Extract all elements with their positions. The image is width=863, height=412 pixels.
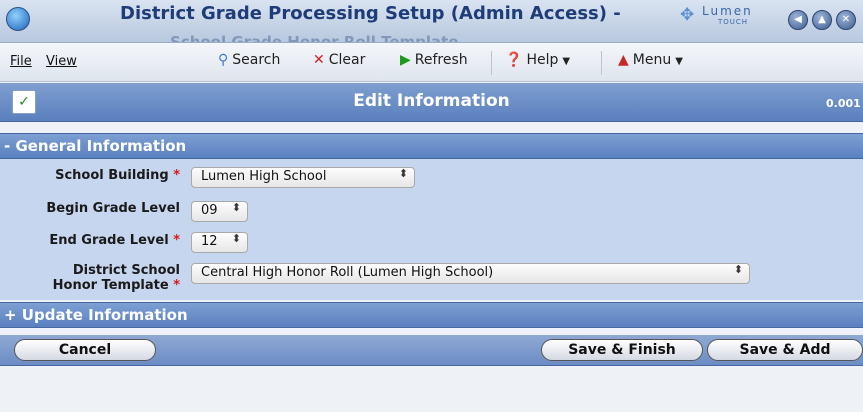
- chevron-down-icon: ▼: [675, 56, 683, 67]
- end-grade-select[interactable]: 12 ⬍: [191, 232, 248, 253]
- menubar: File View ⚲ Search ✕ Clear ▶ Refresh ❓ Help ▼…: [0, 43, 863, 82]
- select-arrows-icon: ⬍: [733, 263, 743, 276]
- save-add-button[interactable]: Save & Add: [707, 339, 863, 361]
- lumen-logo: ✥ Lumen TOUCH: [680, 2, 760, 28]
- clear-x-icon: ✕: [313, 52, 325, 68]
- toolbar-separator: [601, 51, 602, 75]
- help-icon: ❓: [505, 52, 523, 68]
- window-back-icon[interactable]: ◀: [788, 10, 808, 30]
- window-subtitle: School Grade Honor Roll Template: [170, 33, 459, 42]
- end-grade-label: End Grade Level *: [49, 233, 180, 248]
- chevron-down-icon: ▼: [562, 56, 571, 67]
- window-title: District Grade Processing Setup (Admin A…: [120, 3, 621, 24]
- menu-file[interactable]: File: [10, 54, 32, 69]
- cancel-button[interactable]: Cancel: [14, 339, 156, 361]
- help-label: Help: [526, 52, 559, 68]
- menu-rocket-icon: ▲: [618, 52, 629, 68]
- menu-dropdown[interactable]: ▲ Menu ▼: [618, 52, 683, 72]
- select-arrows-icon: ⬍: [231, 232, 241, 245]
- app-globe-icon[interactable]: [6, 7, 30, 31]
- save-finish-button[interactable]: Save & Finish: [541, 339, 703, 361]
- general-information-form: School Building * Lumen High School ⬍ Beg…: [0, 159, 863, 300]
- begin-grade-select[interactable]: 09 ⬍: [191, 201, 248, 222]
- clear-button[interactable]: ✕ Clear: [313, 52, 365, 72]
- honor-template-label: District School Honor Template *: [52, 263, 180, 293]
- toolbar-separator: [491, 51, 492, 75]
- honor-template-select[interactable]: Central High Honor Roll (Lumen High Scho…: [191, 263, 750, 284]
- menu-view[interactable]: View: [46, 54, 77, 69]
- refresh-label: Refresh: [414, 52, 468, 68]
- action-button-bar: Cancel Save & Finish Save & Add: [0, 335, 863, 366]
- section-update-information[interactable]: + Update Information: [0, 302, 863, 328]
- edit-title: Edit Information: [353, 91, 510, 111]
- school-building-select[interactable]: Lumen High School ⬍: [191, 167, 415, 188]
- search-icon: ⚲: [218, 52, 229, 68]
- section-general-information[interactable]: - General Information: [0, 133, 863, 159]
- help-dropdown[interactable]: ❓ Help ▼: [505, 52, 570, 72]
- menu-label: Menu: [632, 52, 672, 68]
- lumen-brand-sub: TOUCH: [718, 18, 749, 26]
- section-update-label: + Update Information: [4, 306, 188, 324]
- version-label: 0.001: [826, 97, 861, 110]
- refresh-button[interactable]: ▶ Refresh: [400, 52, 468, 72]
- window-titlebar: District Grade Processing Setup (Admin A…: [0, 0, 863, 43]
- begin-grade-label: Begin Grade Level: [46, 201, 180, 216]
- section-general-label: - General Information: [4, 137, 187, 155]
- search-label: Search: [232, 52, 281, 68]
- lumen-logo-mark-icon: ✥: [680, 5, 695, 25]
- edit-header: ✓ Edit Information 0.001: [0, 83, 863, 122]
- refresh-play-icon: ▶: [400, 52, 411, 68]
- window-up-icon[interactable]: ▲: [812, 10, 832, 30]
- content-empty-area: [0, 366, 863, 412]
- school-building-label: School Building *: [55, 168, 180, 183]
- clear-label: Clear: [328, 52, 366, 68]
- search-button[interactable]: ⚲ Search: [218, 52, 280, 72]
- select-arrows-icon: ⬍: [231, 201, 241, 214]
- window-close-icon[interactable]: ✕: [836, 10, 856, 30]
- lumen-brand-text: Lumen: [702, 4, 753, 18]
- select-arrows-icon: ⬍: [398, 167, 408, 180]
